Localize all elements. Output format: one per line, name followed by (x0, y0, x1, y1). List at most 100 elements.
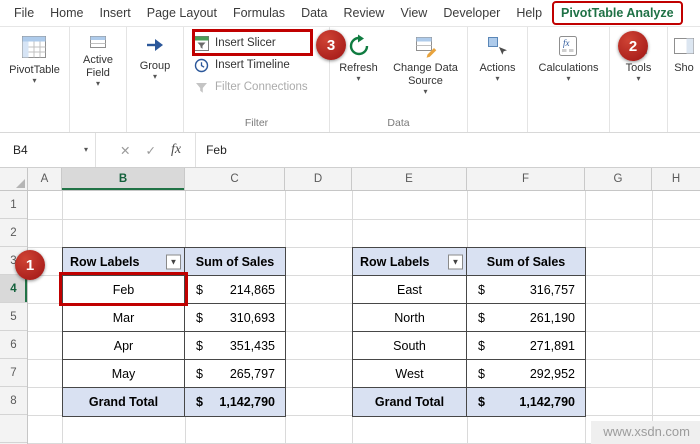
cell-c6-value[interactable]: $351,435 (185, 332, 285, 360)
tab-review[interactable]: Review (335, 0, 392, 27)
active-field-label: Active Field (83, 54, 113, 79)
cell-c4-value[interactable]: $214,865 (185, 276, 285, 304)
group-group: Group ▾ (127, 27, 184, 132)
tab-insert[interactable]: Insert (92, 0, 139, 27)
cell-e5-north[interactable]: North (353, 304, 467, 332)
cell-e7-west[interactable]: West (353, 360, 467, 388)
col-header-c[interactable]: C (185, 168, 285, 190)
data-group-label: Data (387, 117, 410, 129)
row-header-8[interactable]: 8 (0, 387, 27, 415)
tab-file[interactable]: File (6, 0, 42, 27)
col-header-b[interactable]: B (62, 168, 185, 190)
formula-bar: B4 ▾ ✕ ✓ fx Feb (0, 133, 700, 168)
column-headers: A B C D E F G H (0, 168, 700, 191)
cancel-icon[interactable]: ✕ (120, 143, 130, 158)
group-button[interactable]: Group ▾ (140, 27, 170, 132)
grand-total-label-cell[interactable]: Grand Total (63, 388, 185, 416)
col-header-g[interactable]: G (585, 168, 652, 190)
cell-f6-value[interactable]: $271,891 (467, 332, 585, 360)
cell-b5-mar[interactable]: Mar (63, 304, 185, 332)
tab-data[interactable]: Data (293, 0, 335, 27)
cell-e6-south[interactable]: South (353, 332, 467, 360)
dropdown-caret-icon: ▾ (636, 74, 641, 83)
pivottable-button[interactable]: PivotTable ▾ (9, 27, 60, 132)
group-arrow-icon (146, 39, 163, 51)
col-header-f[interactable]: F (467, 168, 585, 190)
step-badge-2: 2 (618, 31, 648, 61)
row-header-1[interactable]: 1 (0, 191, 27, 219)
tab-page-layout[interactable]: Page Layout (139, 0, 225, 27)
row-labels-header-cell[interactable]: Row Labels ▼ (353, 248, 467, 276)
grand-total-value-cell[interactable]: $1,142,790 (185, 388, 285, 416)
select-all-corner[interactable] (0, 168, 28, 190)
cell-f4-value[interactable]: $316,757 (467, 276, 585, 304)
insert-function-icon[interactable]: fx (171, 142, 181, 158)
watermark: www.xsdn.com (591, 421, 700, 444)
dropdown-caret-icon: ▾ (356, 74, 361, 83)
col-header-d[interactable]: D (285, 168, 352, 190)
pivot-table-months: Row Labels ▼ Sum of Sales Feb $214,865 M… (62, 247, 286, 417)
filter-dropdown-button[interactable]: ▼ (166, 254, 181, 269)
cell-c7-value[interactable]: $265,797 (185, 360, 285, 388)
tab-home[interactable]: Home (42, 0, 91, 27)
insert-slicer-button[interactable]: Insert Slicer (184, 32, 329, 54)
cell-e4-east[interactable]: East (353, 276, 467, 304)
row-labels-header-cell[interactable]: Row Labels ▼ (63, 248, 185, 276)
active-field-button[interactable]: Active Field ▾ (76, 27, 120, 132)
dropdown-caret-icon: ▾ (32, 76, 37, 85)
name-box[interactable]: B4 ▾ (0, 133, 96, 167)
show-icon (674, 38, 694, 54)
enter-icon[interactable]: ✓ (145, 143, 155, 158)
timeline-icon (194, 58, 209, 72)
show-button[interactable]: Sho (672, 27, 696, 132)
row-header-2[interactable]: 2 (0, 219, 27, 247)
step-badge-3: 3 (316, 30, 346, 60)
grand-total-label-cell[interactable]: Grand Total (353, 388, 467, 416)
change-data-source-label: Change Data Source (393, 62, 458, 87)
tab-view[interactable]: View (392, 0, 435, 27)
insert-timeline-button[interactable]: Insert Timeline (184, 54, 329, 76)
cell-b7-may[interactable]: May (63, 360, 185, 388)
row-header-6[interactable]: 6 (0, 331, 27, 359)
cell-f7-value[interactable]: $292,952 (467, 360, 585, 388)
refresh-icon (349, 34, 368, 56)
calculations-icon: fx (559, 36, 578, 56)
col-header-h[interactable]: H (652, 168, 700, 190)
row-header-5[interactable]: 5 (0, 303, 27, 331)
dropdown-caret-icon: ▾ (95, 79, 100, 88)
actions-icon (488, 37, 508, 55)
row-labels-text: Row Labels (70, 254, 140, 269)
show-label: Sho (674, 62, 694, 74)
filter-group-label: Filter (244, 117, 269, 129)
formula-bar-buttons: ✕ ✓ fx (96, 133, 197, 167)
filter-dropdown-button[interactable]: ▼ (448, 254, 463, 269)
group-actions: Actions ▾ (468, 27, 528, 132)
change-data-source-icon (415, 37, 436, 58)
filter-connections-label: Filter Connections (215, 81, 308, 93)
sum-of-sales-header-cell[interactable]: Sum of Sales (467, 248, 585, 276)
col-header-e[interactable]: E (352, 168, 467, 190)
sum-of-sales-header-cell[interactable]: Sum of Sales (185, 248, 285, 276)
dropdown-caret-icon: ▾ (152, 72, 157, 81)
row-header-7[interactable]: 7 (0, 359, 27, 387)
tab-help[interactable]: Help (508, 0, 550, 27)
tab-developer[interactable]: Developer (435, 0, 508, 27)
cell-c5-value[interactable]: $310,693 (185, 304, 285, 332)
actions-button[interactable]: Actions ▾ (479, 27, 516, 132)
grand-total-value-cell[interactable]: $1,142,790 (467, 388, 585, 416)
filter-connections-button[interactable]: Filter Connections (184, 76, 329, 98)
tab-pivottable-analyze[interactable]: PivotTable Analyze (552, 1, 683, 25)
cell-b6-apr[interactable]: Apr (63, 332, 185, 360)
calculations-button[interactable]: fx Calculations ▾ (539, 27, 598, 132)
excel-window: File Home Insert Page Layout Formulas Da… (0, 0, 700, 444)
tab-formulas[interactable]: Formulas (225, 0, 293, 27)
row-header-4[interactable]: 4 (0, 275, 27, 303)
row-header-9-partial[interactable] (0, 415, 27, 443)
cell-reference: B4 (13, 143, 28, 157)
group-calculations: fx Calculations ▾ (528, 27, 610, 132)
row-labels-text: Row Labels (360, 254, 430, 269)
col-header-a[interactable]: A (28, 168, 62, 190)
cell-f5-value[interactable]: $261,190 (467, 304, 585, 332)
cell-b4-feb[interactable]: Feb (63, 276, 185, 304)
formula-input[interactable]: Feb (196, 133, 700, 167)
